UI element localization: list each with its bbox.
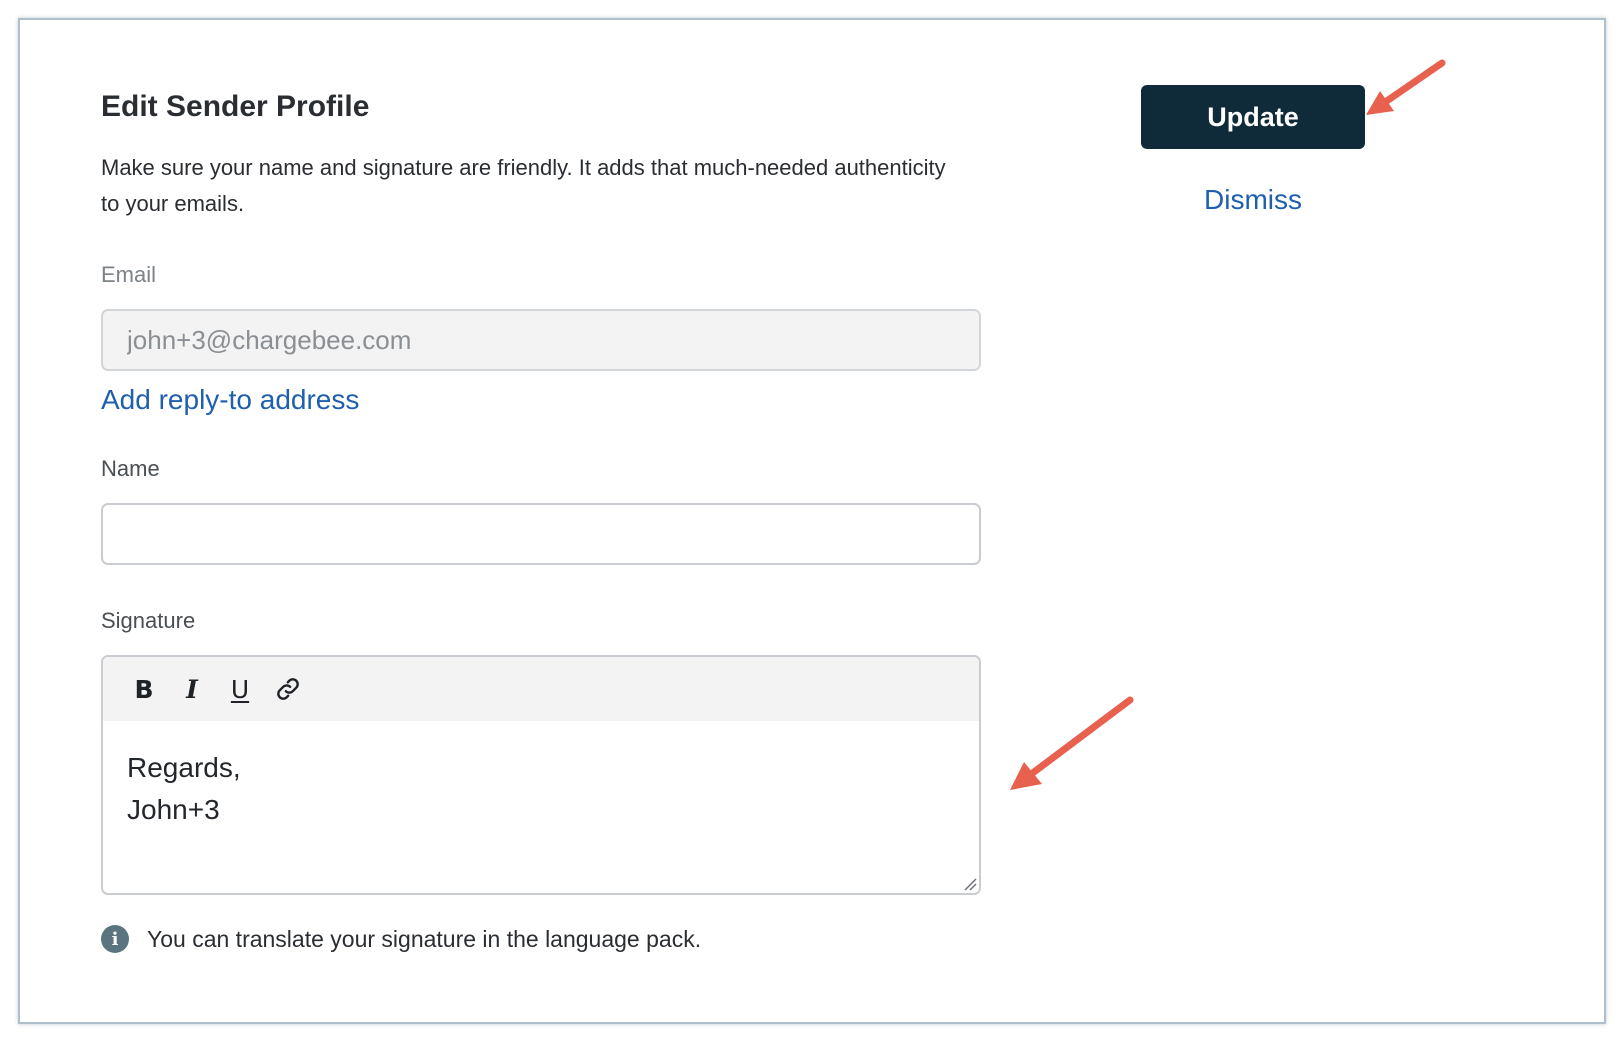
signature-line: John+3 [127,794,220,825]
signature-toolbar: B I U [103,657,979,721]
arrow-icon [1366,59,1446,115]
name-field[interactable] [101,503,981,565]
info-text: You can translate your signature in the … [147,925,702,952]
signature-info: i You can translate your signature in th… [101,925,701,953]
page-title: Edit Sender Profile [101,90,370,123]
page-description: Make sure your name and signature are fr… [101,155,946,216]
name-label: Name [101,456,160,481]
signature-textarea[interactable]: Regards, John+3 [103,721,979,831]
add-reply-to-link[interactable]: Add reply-to address [101,384,359,416]
resize-handle-icon[interactable] [961,875,977,891]
dismiss-link[interactable]: Dismiss [1141,184,1365,216]
link-icon [277,678,299,700]
italic-button[interactable]: I [175,672,209,706]
email-label: Email [101,262,157,287]
arrow-icon [1010,696,1134,790]
email-field[interactable] [101,309,981,371]
update-button[interactable]: Update [1141,85,1365,149]
bold-button[interactable]: B [127,672,161,706]
signature-line: Regards, [127,752,241,783]
underline-button[interactable]: U [223,672,257,706]
link-button[interactable] [271,672,305,706]
info-icon: i [101,925,129,953]
signature-editor: B I U Regards, John+3 [101,655,981,895]
signature-label: Signature [101,608,196,633]
